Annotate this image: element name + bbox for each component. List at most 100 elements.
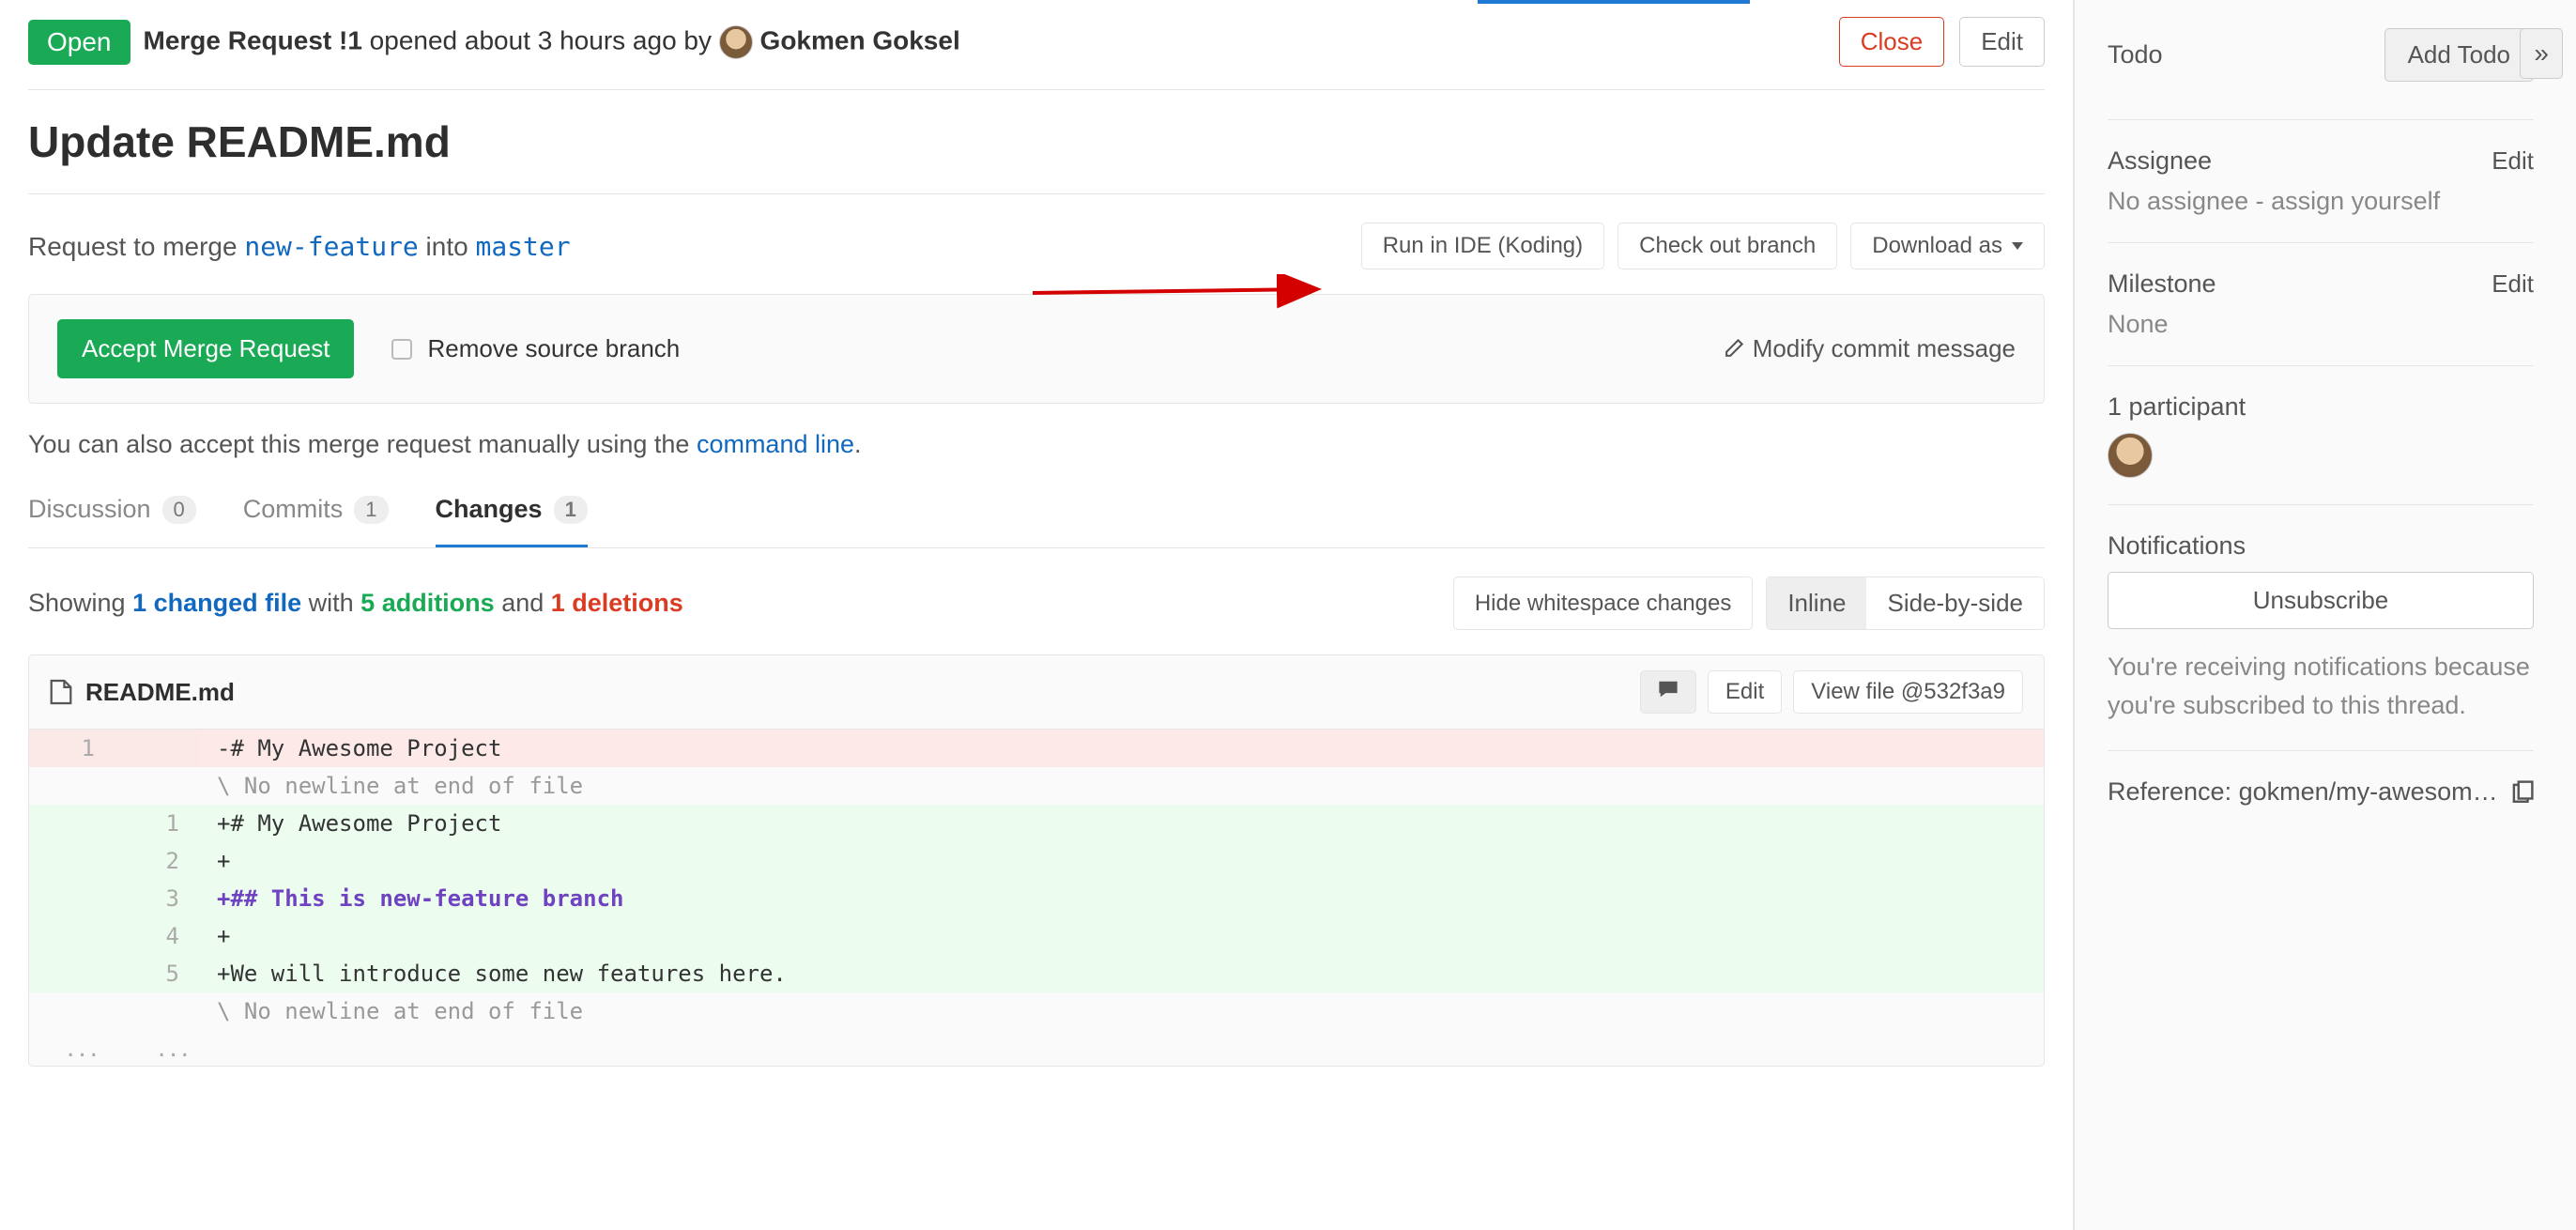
- remove-branch-label: Remove source branch: [427, 334, 680, 363]
- diff-code[interactable]: +: [198, 842, 2044, 880]
- into-text: into: [419, 232, 476, 261]
- side-by-side-button[interactable]: Side-by-side: [1866, 577, 2044, 629]
- opened-text: opened about 3 hours ago by: [362, 25, 719, 54]
- diff-line: 2+: [29, 842, 2044, 880]
- diff-line: \ No newline at end of file: [29, 767, 2044, 805]
- old-line-num: [29, 805, 114, 842]
- diff-line: 5+We will introduce some new features he…: [29, 955, 2044, 992]
- assignee-label: Assignee: [2108, 146, 2212, 176]
- run-ide-button[interactable]: Run in IDE (Koding): [1361, 223, 1604, 269]
- and-text: and: [495, 589, 551, 617]
- file-name[interactable]: README.md: [85, 678, 235, 707]
- showing-text: Showing: [28, 589, 132, 617]
- notifications-label: Notifications: [2108, 531, 2246, 561]
- with-text: with: [301, 589, 360, 617]
- diff-code[interactable]: +: [198, 917, 2044, 955]
- close-button[interactable]: Close: [1839, 17, 1944, 67]
- hide-whitespace-button[interactable]: Hide whitespace changes: [1453, 577, 1754, 630]
- view-file-button[interactable]: View file @532f3a9: [1793, 670, 2023, 714]
- new-line-num: 1: [114, 805, 198, 842]
- diff-code[interactable]: +## This is new-feature branch: [198, 880, 2044, 917]
- command-line-link[interactable]: command line: [697, 430, 854, 458]
- todo-label: Todo: [2108, 40, 2163, 69]
- edit-file-button[interactable]: Edit: [1708, 670, 1782, 714]
- milestone-label: Milestone: [2108, 269, 2216, 299]
- diff-view-toggle: Inline Side-by-side: [1766, 577, 2045, 630]
- diff-stats-row: Showing 1 changed file with 5 additions …: [28, 548, 2045, 654]
- top-accent-bar: [1478, 0, 1750, 4]
- assignee-value[interactable]: No assignee - assign yourself: [2108, 187, 2534, 216]
- mr-id: Merge Request !1: [144, 25, 362, 54]
- new-line-num: [114, 730, 198, 767]
- notification-text: You're receiving notifications because y…: [2108, 648, 2534, 724]
- tab-discussion-label: Discussion: [28, 495, 151, 524]
- new-line-num: 2: [114, 842, 198, 880]
- additions-count: 5 additions: [360, 589, 495, 617]
- checkbox-icon[interactable]: [391, 339, 412, 360]
- download-as-button[interactable]: Download as: [1850, 223, 2045, 269]
- author-name[interactable]: Gokmen Goksel: [760, 25, 960, 54]
- file-header: README.md Edit View file @532f3a9: [29, 655, 2044, 730]
- diff-code[interactable]: +# My Awesome Project: [198, 805, 2044, 842]
- old-line-num: [29, 955, 114, 992]
- remove-branch-option[interactable]: Remove source branch: [391, 334, 680, 363]
- new-line-num: 5: [114, 955, 198, 992]
- participant-avatar[interactable]: [2108, 433, 2153, 478]
- expand-context-new[interactable]: ...: [139, 1043, 211, 1053]
- diff-line: 1 -# My Awesome Project: [29, 730, 2044, 767]
- new-line-num: 4: [114, 917, 198, 955]
- cmd-hint-suffix: .: [854, 430, 862, 458]
- diff-line: 3+## This is new-feature branch: [29, 880, 2044, 917]
- changed-files-link[interactable]: 1 changed file: [132, 589, 301, 617]
- accept-merge-button[interactable]: Accept Merge Request: [57, 319, 354, 378]
- tab-discussion-count: 0: [162, 496, 196, 524]
- caret-down-icon: [2012, 242, 2023, 250]
- tab-changes-count: 1: [554, 496, 588, 524]
- diff-table: 1-# My Awesome Project\ No newline at en…: [29, 730, 2044, 1030]
- milestone-value: None: [2108, 310, 2534, 339]
- expand-context-old[interactable]: ...: [48, 1043, 120, 1053]
- tab-commits-count: 1: [354, 496, 388, 524]
- diff-footer: ... ...: [29, 1030, 2044, 1066]
- edit-milestone-link[interactable]: Edit: [2492, 269, 2534, 299]
- diff-code[interactable]: \ No newline at end of file: [198, 767, 2044, 805]
- tab-changes[interactable]: Changes 1: [436, 485, 588, 547]
- old-line-num: [29, 992, 114, 1030]
- sidebar: » Todo Add Todo Assignee Edit No assigne…: [2074, 0, 2576, 1230]
- inline-view-button[interactable]: Inline: [1767, 577, 1866, 629]
- edit-mr-button[interactable]: Edit: [1959, 17, 2045, 67]
- comment-icon: [1658, 680, 1679, 699]
- modify-commit-label: Modify commit message: [1753, 334, 2016, 363]
- comment-toggle-button[interactable]: [1640, 670, 1696, 714]
- avatar: [719, 25, 753, 59]
- copy-icon[interactable]: [2509, 780, 2534, 805]
- collapse-sidebar-button[interactable]: »: [2520, 28, 2563, 79]
- target-branch[interactable]: master: [475, 231, 570, 262]
- diff-file: README.md Edit View file @532f3a9 1 -# My…: [28, 654, 2045, 1067]
- pencil-icon: [1723, 339, 1743, 360]
- tab-commits-label: Commits: [243, 495, 344, 524]
- diff-code[interactable]: -# My Awesome Project: [198, 730, 2044, 767]
- unsubscribe-button[interactable]: Unsubscribe: [2108, 572, 2534, 629]
- diff-line: \ No newline at end of file: [29, 992, 2044, 1030]
- tab-discussion[interactable]: Discussion 0: [28, 485, 196, 547]
- tab-commits[interactable]: Commits 1: [243, 485, 389, 547]
- reference-text: Reference: gokmen/my-awesom…: [2108, 777, 2498, 807]
- modify-commit-link[interactable]: Modify commit message: [1723, 334, 2016, 363]
- add-todo-button[interactable]: Add Todo: [2384, 28, 2534, 82]
- old-line-num: [29, 880, 114, 917]
- old-line-num: [29, 917, 114, 955]
- source-branch[interactable]: new-feature: [244, 231, 418, 262]
- cmd-line-hint: You can also accept this merge request m…: [28, 404, 2045, 485]
- diff-code[interactable]: +We will introduce some new features her…: [198, 955, 2044, 992]
- edit-assignee-link[interactable]: Edit: [2492, 146, 2534, 176]
- download-label: Download as: [1872, 233, 2002, 259]
- diff-code[interactable]: \ No newline at end of file: [198, 992, 2044, 1030]
- old-line-num: [29, 842, 114, 880]
- checkout-branch-button[interactable]: Check out branch: [1618, 223, 1837, 269]
- mr-header-text: Merge Request !1 opened about 3 hours ag…: [144, 25, 960, 59]
- tab-changes-label: Changes: [436, 495, 543, 524]
- new-line-num: [114, 992, 198, 1030]
- diff-line: 1+# My Awesome Project: [29, 805, 2044, 842]
- old-line-num: 1: [29, 730, 114, 767]
